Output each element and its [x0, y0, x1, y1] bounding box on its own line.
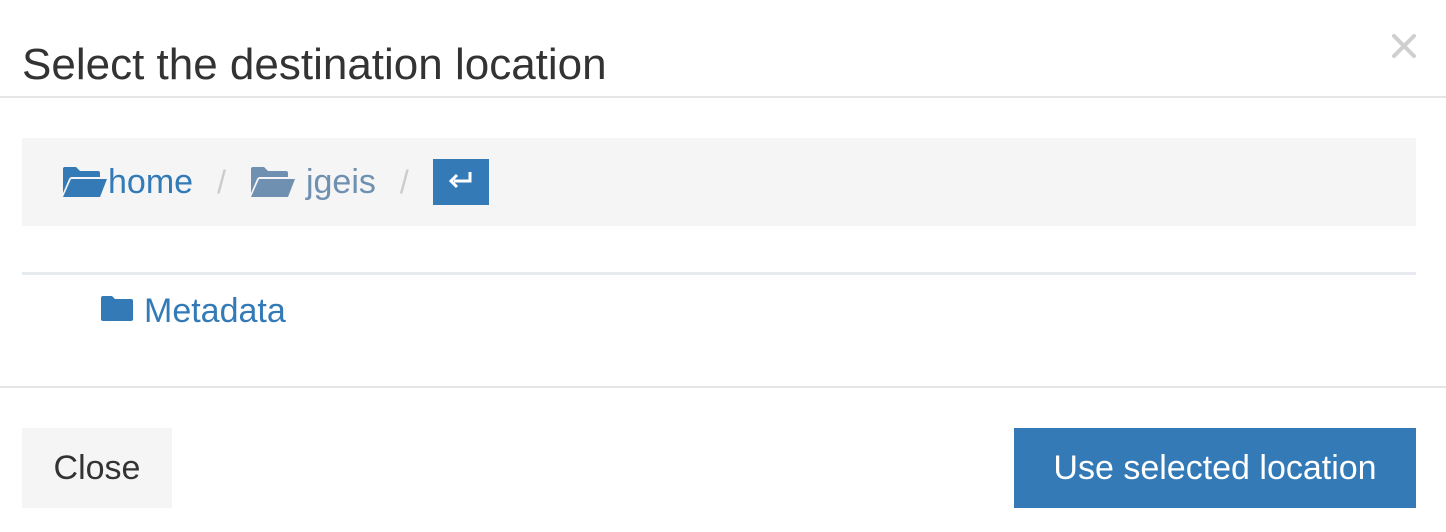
folder-open-icon: [250, 165, 296, 199]
folder-icon: [100, 292, 134, 331]
enter-folder-button[interactable]: [432, 159, 489, 205]
close-button[interactable]: Close: [22, 428, 172, 508]
dialog-header: Select the destination location: [0, 0, 1446, 98]
list-item-folder-metadata[interactable]: Metadata: [100, 292, 286, 331]
breadcrumb-label-jgeis: jgeis: [305, 162, 376, 201]
footer-divider: [0, 386, 1446, 388]
use-selected-location-button[interactable]: Use selected location: [1014, 428, 1416, 508]
close-icon[interactable]: [1388, 30, 1420, 62]
destination-dialog: Select the destination location home / j…: [0, 0, 1446, 532]
enter-icon: [448, 170, 474, 195]
breadcrumb-item-jgeis[interactable]: jgeis: [250, 163, 376, 202]
breadcrumb: home / jgeis /: [22, 138, 1416, 226]
list-divider: [22, 272, 1416, 275]
folder-label-metadata: Metadata: [144, 292, 286, 330]
dialog-title: Select the destination location: [22, 40, 607, 89]
breadcrumb-item-home[interactable]: home: [62, 163, 193, 202]
breadcrumb-label-home: home: [108, 162, 194, 201]
breadcrumb-separator: /: [399, 163, 409, 200]
folder-open-icon: [62, 165, 108, 199]
breadcrumb-separator: /: [217, 163, 226, 200]
